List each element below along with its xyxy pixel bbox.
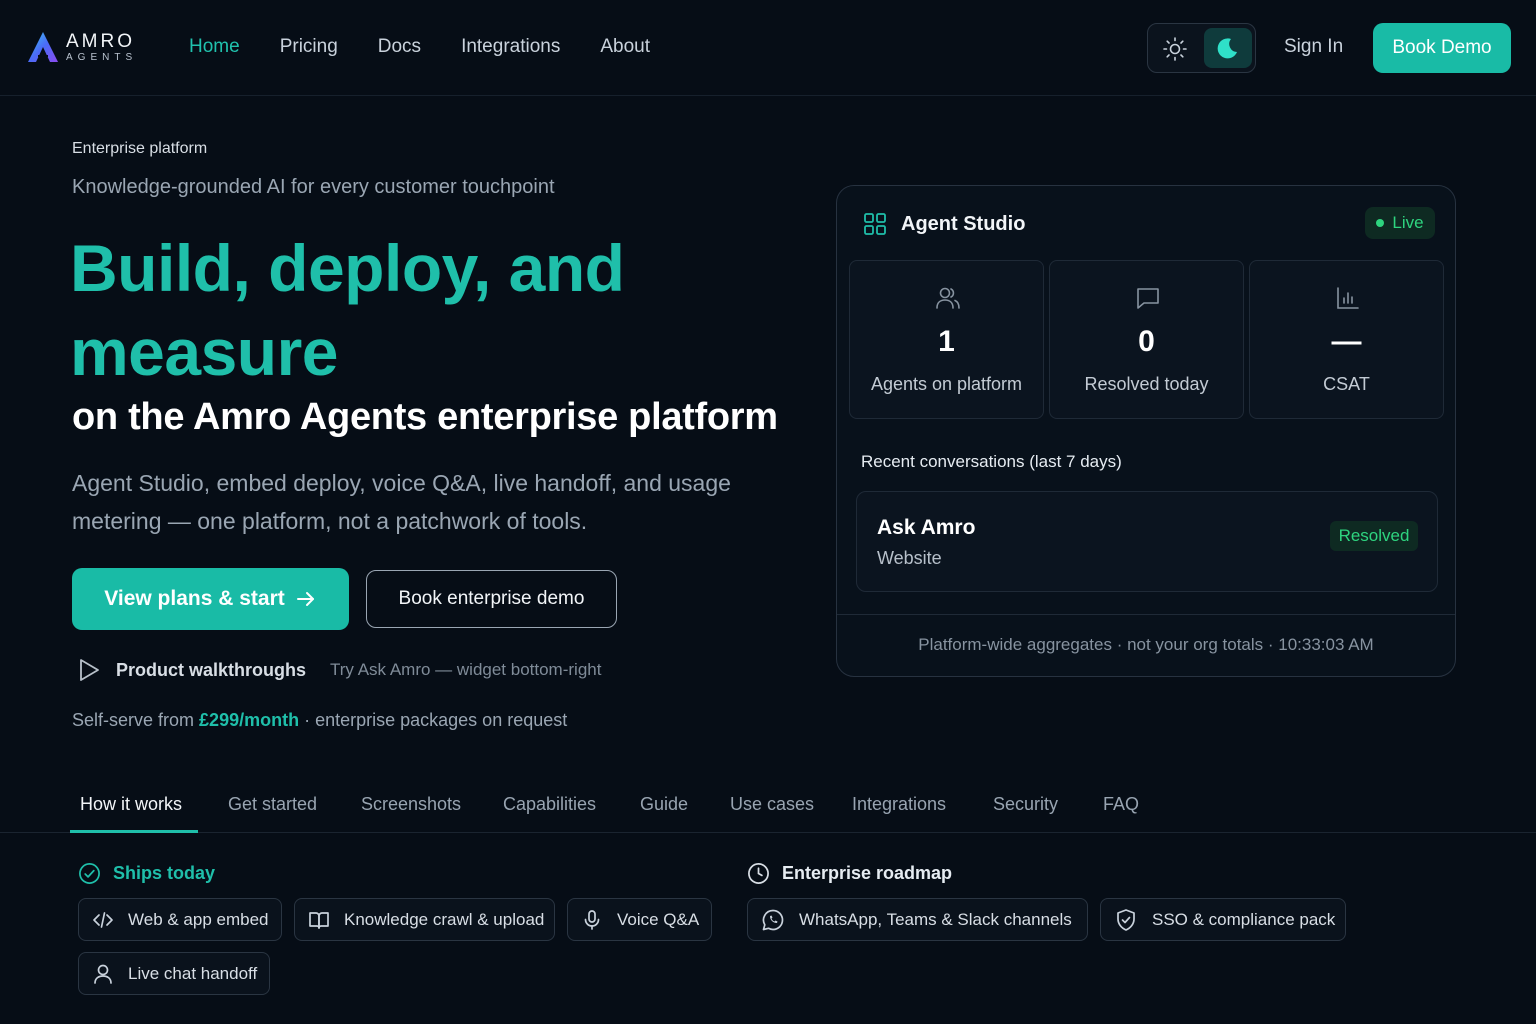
- stat-value: —: [1331, 325, 1362, 358]
- chip-label: Knowledge crawl & upload: [344, 909, 545, 929]
- roadmap-title: Enterprise roadmap: [782, 863, 953, 883]
- chip-label: Web & app embed: [128, 909, 269, 929]
- live-dot-icon: [1376, 219, 1385, 227]
- card-divider: [837, 614, 1455, 615]
- clock-icon: [748, 863, 769, 884]
- status-badge: Resolved: [1330, 521, 1418, 551]
- dark-mode-button[interactable]: [1204, 28, 1252, 68]
- nav-pricing[interactable]: Pricing: [280, 36, 338, 58]
- nav-docs[interactable]: Docs: [378, 36, 421, 58]
- shield-check-icon: [1117, 908, 1135, 931]
- tab-capabilities[interactable]: Capabilities: [503, 794, 596, 815]
- microphone-icon: [584, 909, 600, 930]
- users-icon: [936, 287, 960, 309]
- live-badge: Live: [1365, 207, 1435, 239]
- roadmap-chip: WhatsApp, Teams & Slack channels: [747, 898, 1088, 941]
- book-icon: [309, 911, 329, 929]
- pricing-line: Self-serve from £299/month · enterprise …: [72, 710, 567, 731]
- stat-label: Resolved today: [1084, 374, 1209, 394]
- tab-security[interactable]: Security: [993, 794, 1058, 815]
- sign-in-link[interactable]: Sign In: [1284, 36, 1343, 58]
- view-plans-button[interactable]: View plans & start: [72, 568, 349, 630]
- view-plans-label: View plans & start: [104, 587, 285, 610]
- logo-subtext: AGENTS: [66, 51, 138, 63]
- ships-today-heading: Ships today: [78, 862, 215, 885]
- main-nav: Home Pricing Docs Integrations About: [189, 36, 690, 58]
- roadmap-heading: Enterprise roadmap: [747, 862, 952, 885]
- chip-label: Voice Q&A: [617, 909, 700, 929]
- live-label: Live: [1392, 213, 1424, 232]
- tab-integrations[interactable]: Integrations: [852, 794, 946, 815]
- logo-wordmark: AMRO: [66, 30, 135, 52]
- book-demo-button[interactable]: Book Demo: [1373, 23, 1511, 73]
- pricing-suffix: · enterprise packages on request: [304, 710, 568, 730]
- tab-faq[interactable]: FAQ: [1103, 794, 1139, 815]
- pricing-price: £299/month: [199, 710, 300, 730]
- stat-label: Agents on platform: [870, 374, 1023, 394]
- chip-label: Live chat handoff: [128, 963, 258, 983]
- nav-integrations[interactable]: Integrations: [461, 36, 560, 58]
- hero-subtitle: on the Amro Agents enterprise platform: [72, 396, 778, 438]
- feature-chip: Knowledge crawl & upload: [294, 898, 555, 941]
- card-footer: Platform-wide aggregates · not your org …: [918, 635, 1374, 654]
- stat-csat: — CSAT: [1249, 260, 1444, 419]
- whatsapp-icon: [762, 909, 784, 930]
- sun-icon[interactable]: [1162, 36, 1188, 62]
- walkthrough-label: Product walkthroughs: [116, 659, 307, 680]
- product-walkthroughs-link[interactable]: Product walkthroughs: [78, 658, 306, 682]
- code-icon: [93, 911, 113, 928]
- stat-value: 0: [1138, 325, 1155, 358]
- grid-icon: [864, 213, 886, 235]
- logo[interactable]: AMRO AGENTS: [26, 30, 137, 64]
- nav-about[interactable]: About: [600, 36, 650, 58]
- hero-description: Agent Studio, embed deploy, voice Q&A, l…: [72, 470, 731, 534]
- ships-today-title: Ships today: [113, 863, 216, 883]
- active-tab-indicator: [70, 830, 198, 833]
- tab-screenshots[interactable]: Screenshots: [361, 794, 461, 815]
- tab-use-cases[interactable]: Use cases: [730, 794, 814, 815]
- chat-icon: [1137, 288, 1159, 309]
- moon-icon: [1217, 38, 1237, 59]
- top-header: AMRO AGENTS Home Pricing Docs Integratio…: [0, 0, 1536, 96]
- pricing-prefix: Self-serve from: [72, 710, 195, 730]
- conversation-name: Ask Amro: [877, 516, 976, 539]
- tab-how-it-works[interactable]: How it works: [80, 794, 182, 815]
- play-icon: [80, 659, 99, 681]
- hero-eyebrow: Enterprise platform: [72, 140, 208, 157]
- logo-icon: [28, 32, 58, 62]
- roadmap-chip: SSO & compliance pack: [1100, 898, 1346, 941]
- bar-chart-icon: [1337, 287, 1359, 309]
- theme-toggle[interactable]: [1147, 23, 1256, 73]
- book-enterprise-demo-button[interactable]: Book enterprise demo: [366, 570, 617, 628]
- tab-guide[interactable]: Guide: [640, 794, 688, 815]
- nav-home[interactable]: Home: [189, 36, 240, 58]
- try-amro-hint: Try Ask Amro — widget bottom-right: [330, 660, 602, 679]
- card-title: Agent Studio: [901, 212, 1026, 235]
- hero-title: Build, deploy, and measure: [70, 231, 625, 389]
- section-tabs: How it works Get started Screenshots Cap…: [0, 776, 1536, 833]
- chip-label: WhatsApp, Teams & Slack channels: [799, 909, 1072, 929]
- tab-get-started[interactable]: Get started: [228, 794, 317, 815]
- stat-label: CSAT: [1323, 374, 1370, 394]
- feature-chip: Live chat handoff: [78, 952, 270, 995]
- recent-conversations-title: Recent conversations (last 7 days): [861, 452, 1122, 471]
- chip-label: SSO & compliance pack: [1152, 909, 1336, 929]
- stat-agents: 1 Agents on platform: [849, 260, 1044, 419]
- user-icon: [94, 964, 112, 984]
- arrow-right-icon: [296, 592, 314, 606]
- card-header: Agent Studio: [863, 212, 1025, 236]
- feature-chip: Voice Q&A: [567, 898, 712, 941]
- feature-chip: Web & app embed: [78, 898, 282, 941]
- conversation-item[interactable]: Ask Amro Website Resolved: [856, 491, 1438, 592]
- stat-resolved: 0 Resolved today: [1049, 260, 1244, 419]
- conversation-source: Website: [877, 548, 942, 568]
- check-circle-icon: [79, 863, 100, 884]
- hero-tagline: Knowledge-grounded AI for every customer…: [72, 176, 555, 198]
- stat-value: 1: [938, 325, 955, 358]
- agent-studio-card: Agent Studio Live 1 Agents on platform 0…: [836, 185, 1456, 677]
